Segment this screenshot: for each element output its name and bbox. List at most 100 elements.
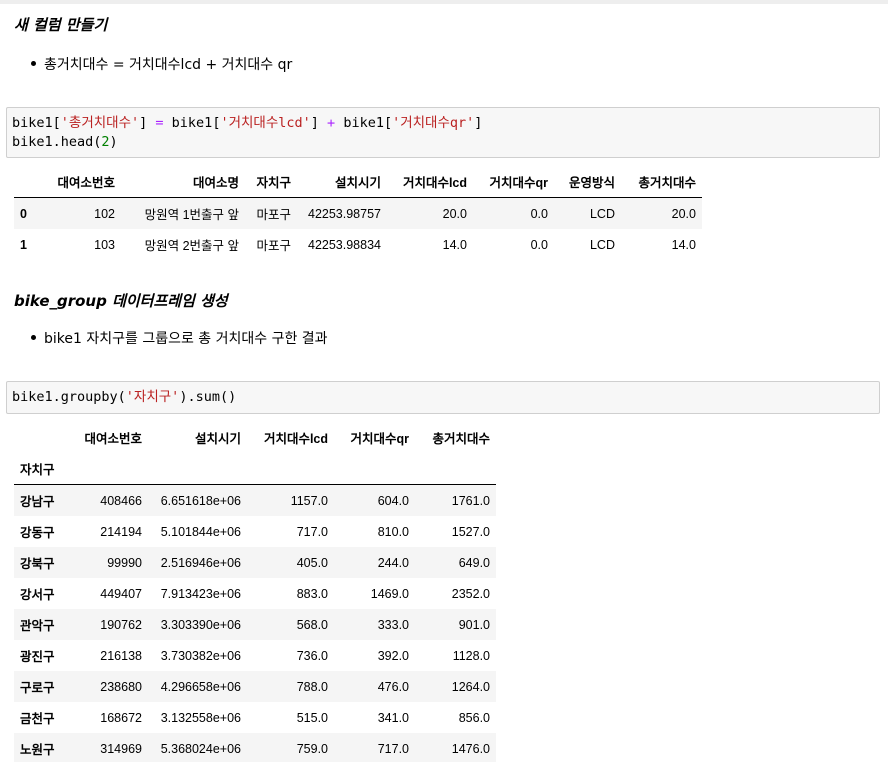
table-header-row: 대여소번호 설치시기 거치대수lcd 거치대수qr 총거치대수	[14, 422, 496, 453]
table-cell: LCD	[589, 206, 615, 221]
table-cell: 476.0	[377, 679, 409, 694]
code-token: ]	[474, 115, 483, 131]
list-item: 총거치대수 = 거치대수lcd + 거치대수 qr	[14, 54, 292, 74]
table-cell: 망원역 1번출구 앞	[144, 208, 239, 222]
table-cell: 341.0	[377, 710, 409, 725]
table-cell: 856.0	[458, 710, 490, 725]
table-row: 광진구 216138 3.730382e+06 736.0 392.0 1128…	[14, 640, 496, 671]
column-header: 대여소번호	[84, 432, 142, 446]
column-header: 운영방식	[554, 166, 621, 198]
empty-header	[247, 453, 334, 485]
code-operator: +	[327, 115, 336, 131]
table-cell: 99990	[107, 555, 142, 570]
table-cell: 333.0	[377, 617, 409, 632]
column-header	[14, 166, 40, 198]
table-cell: 901.0	[458, 617, 490, 632]
column-header: 대여소명	[121, 166, 245, 198]
dataframe-head-table: 대여소번호 대여소명 자치구 설치시기 거치대수lcd 거치대수qr 운영방식 …	[14, 166, 702, 260]
table-cell: 736.0	[296, 648, 328, 663]
code-string: '거치대수lcd'	[220, 115, 311, 131]
table-cell: 190762	[100, 617, 142, 632]
table-cell: 216138	[100, 648, 142, 663]
table-cell: 1527.0	[451, 524, 490, 539]
row-index: 금천구	[20, 712, 55, 726]
bullet-list-bike-group: bike1 자치구를 그룹으로 총 거치대수 구한 결과	[14, 328, 328, 348]
table-cell: 6.651618e+06	[160, 493, 241, 508]
table-cell: 759.0	[296, 741, 328, 756]
column-header: 거치대수qr	[473, 166, 554, 198]
table-header-row: 대여소번호 대여소명 자치구 설치시기 거치대수lcd 거치대수qr 운영방식 …	[14, 166, 702, 198]
row-index: 노원구	[20, 743, 55, 757]
table-cell: 0.0	[530, 237, 548, 252]
table-cell: 3.132558e+06	[160, 710, 241, 725]
table-index-name-row: 자치구	[14, 453, 496, 485]
row-index: 강동구	[20, 526, 55, 540]
table-cell: 1469.0	[370, 586, 409, 601]
table-cell: 1761.0	[451, 493, 490, 508]
table-cell: 망원역 2번출구 앞	[144, 239, 239, 253]
row-index: 구로구	[20, 681, 55, 695]
column-header: 총거치대수	[621, 166, 702, 198]
table-cell: 42253.98834	[308, 237, 381, 252]
table-cell: 103	[94, 237, 115, 252]
table-cell: 238680	[100, 679, 142, 694]
table-cell: 42253.98757	[308, 206, 381, 221]
empty-header	[148, 453, 247, 485]
list-item: bike1 자치구를 그룹으로 총 거치대수 구한 결과	[14, 328, 328, 348]
table-cell: LCD	[589, 237, 615, 252]
table-cell: 168672	[100, 710, 142, 725]
table-cell: 883.0	[296, 586, 328, 601]
heading-text: 데이터프레임 생성	[106, 292, 228, 310]
table-cell: 20.0	[442, 206, 467, 221]
table-cell: 408466	[100, 493, 142, 508]
table-cell: 1264.0	[451, 679, 490, 694]
table-cell: 405.0	[296, 555, 328, 570]
table-row: 1 103 망원역 2번출구 앞 마포구 42253.98834 14.0 0.…	[14, 229, 702, 260]
code-cell-2[interactable]: bike1.groupby('자치구').sum()	[6, 381, 880, 414]
code-string: '거치대수qr'	[392, 115, 475, 131]
code-string: '자치구'	[125, 389, 180, 405]
table-cell: 5.101844e+06	[160, 524, 241, 539]
code-token: bike1.groupby(	[12, 389, 126, 405]
table-cell: 649.0	[458, 555, 490, 570]
code-token: bike1[	[335, 115, 393, 131]
section-heading-bike-group: bike_group 데이터프레임 생성	[14, 290, 228, 311]
table-cell: 568.0	[296, 617, 328, 632]
table-cell: 마포구	[256, 239, 291, 253]
heading-code-term: bike_group	[14, 292, 107, 310]
table-cell: 1476.0	[451, 741, 490, 756]
index-name-header: 자치구	[14, 453, 73, 485]
table-row: 0 102 망원역 1번출구 앞 마포구 42253.98757 20.0 0.…	[14, 197, 702, 229]
column-header: 대여소번호	[40, 166, 121, 198]
table-cell: 604.0	[377, 493, 409, 508]
row-index: 강서구	[20, 588, 55, 602]
table-cell: 2352.0	[451, 586, 490, 601]
table-cell: 3.730382e+06	[160, 648, 241, 663]
row-index: 강남구	[20, 495, 55, 509]
row-index: 강북구	[20, 557, 55, 571]
code-token: bike1.head(	[12, 134, 102, 150]
table-cell: 214194	[100, 524, 142, 539]
column-header: 설치시기	[297, 166, 387, 198]
table-row: 금천구 168672 3.132558e+06 515.0 341.0 856.…	[14, 702, 496, 733]
table-cell: 788.0	[296, 679, 328, 694]
notebook-page: 새 컬럼 만들기 총거치대수 = 거치대수lcd + 거치대수 qr bike1…	[0, 0, 888, 762]
table-cell: 20.0	[671, 206, 696, 221]
table-cell: 마포구	[256, 208, 291, 222]
table-row: 강서구 449407 7.913423e+06 883.0 1469.0 235…	[14, 578, 496, 609]
column-header: 거치대수lcd	[387, 166, 473, 198]
row-index: 1	[20, 237, 27, 252]
section-heading-new-column: 새 컬럼 만들기	[14, 16, 108, 34]
code-string: '총거치대수'	[60, 115, 140, 131]
table-row: 강북구 99990 2.516946e+06 405.0 244.0 649.0	[14, 547, 496, 578]
code-cell-1[interactable]: bike1['총거치대수'] = bike1['거치대수lcd'] + bike…	[6, 107, 880, 158]
table-row: 구로구 238680 4.296658e+06 788.0 476.0 1264…	[14, 671, 496, 702]
table-cell: 392.0	[377, 648, 409, 663]
code-number: 2	[101, 134, 110, 150]
table-cell: 14.0	[442, 237, 467, 252]
table-cell: 717.0	[296, 524, 328, 539]
table-cell: 717.0	[377, 741, 409, 756]
table-cell: 1157.0	[290, 493, 328, 508]
table-cell: 2.516946e+06	[160, 555, 241, 570]
code-token: )	[109, 134, 118, 150]
